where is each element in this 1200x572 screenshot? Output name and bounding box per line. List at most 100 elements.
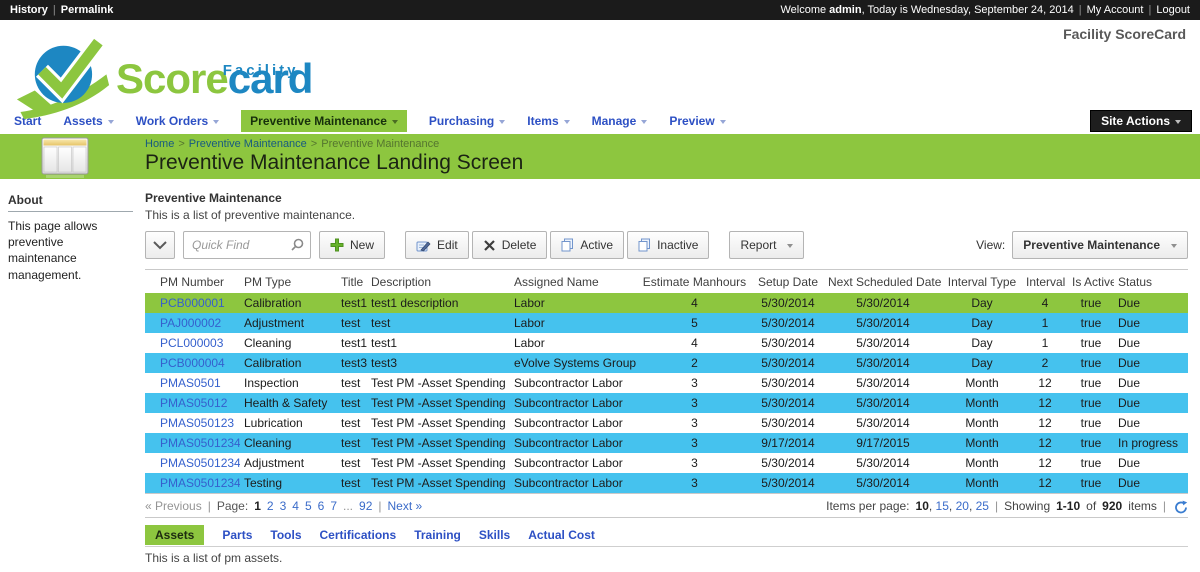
separator: |: [378, 499, 381, 513]
cell-status: Due: [1114, 373, 1188, 393]
pm-number-link[interactable]: PCL000003: [160, 336, 223, 350]
column-header-next[interactable]: Next Scheduled Date: [824, 270, 942, 294]
cell-description: Test PM -Asset Spending: [367, 413, 510, 433]
pm-number-link[interactable]: PCB000001: [160, 296, 225, 310]
column-header-pm_type[interactable]: PM Type: [240, 270, 337, 294]
cell-assigned: Subcontractor Labor: [510, 373, 637, 393]
tab-certifications[interactable]: Certifications: [320, 528, 397, 542]
report-button[interactable]: Report: [729, 231, 804, 259]
table-row[interactable]: PMAS05012345AdjustmenttestTest PM -Asset…: [145, 453, 1188, 473]
column-header-interval_type[interactable]: Interval Type: [942, 270, 1022, 294]
table-row[interactable]: PCB000004Calibrationtest3test3eVolve Sys…: [145, 353, 1188, 373]
pm-number-link[interactable]: PMAS05012345: [160, 456, 240, 470]
page-link-3[interactable]: 3: [280, 499, 287, 513]
column-header-interval[interactable]: Interval: [1022, 270, 1068, 294]
site-actions-button[interactable]: Site Actions: [1090, 110, 1192, 132]
column-header-is_active[interactable]: Is Active: [1068, 270, 1114, 294]
cell-assigned: eVolve Systems Group: [510, 353, 637, 373]
items-per-page-15[interactable]: 15: [936, 499, 949, 513]
nav-item-preview[interactable]: Preview: [669, 114, 725, 128]
column-header-description[interactable]: Description: [367, 270, 510, 294]
column-header-status[interactable]: Status: [1114, 270, 1188, 294]
nav-item-manage[interactable]: Manage: [592, 114, 648, 128]
page-link-4[interactable]: 4: [292, 499, 299, 513]
cell-pm_type: Lubrication: [240, 413, 337, 433]
permalink-link[interactable]: Permalink: [61, 4, 114, 16]
pm-number-link[interactable]: PAJ000002: [160, 316, 221, 330]
cell-assigned: Labor: [510, 333, 637, 353]
chevron-down-icon: [641, 120, 647, 124]
pm-number-link[interactable]: PMAS050123456: [160, 476, 240, 490]
cell-is_active: true: [1068, 413, 1114, 433]
tab-skills[interactable]: Skills: [479, 528, 510, 542]
search-icon[interactable]: [290, 238, 304, 252]
cell-manhours: 3: [637, 413, 752, 433]
separator: ,: [969, 499, 976, 513]
nav-item-preventive-maintenance[interactable]: Preventive Maintenance: [241, 110, 407, 132]
pm-table: PM NumberPM TypeTitleDescriptionAssigned…: [145, 269, 1188, 493]
table-row[interactable]: PMAS0501InspectiontestTest PM -Asset Spe…: [145, 373, 1188, 393]
table-row[interactable]: PMAS050123456TestingtestTest PM -Asset S…: [145, 473, 1188, 493]
table-row[interactable]: PAJ000002AdjustmenttesttestLabor55/30/20…: [145, 313, 1188, 333]
column-header-assigned[interactable]: Assigned Name: [510, 270, 637, 294]
table-row[interactable]: PMAS0501234CleaningtestTest PM -Asset Sp…: [145, 433, 1188, 453]
my-account-link[interactable]: My Account: [1087, 4, 1144, 16]
history-link[interactable]: History: [10, 4, 48, 16]
column-header-pm_number[interactable]: PM Number: [145, 270, 240, 294]
table-row[interactable]: PMAS05012Health & SafetytestTest PM -Ass…: [145, 393, 1188, 413]
toolbar-menu-button[interactable]: [145, 231, 175, 259]
next-page-link[interactable]: Next »: [388, 499, 423, 513]
column-header-manhours[interactable]: Estimate Manhours: [637, 270, 752, 294]
cell-pm_type: Calibration: [240, 293, 337, 313]
page-link-7[interactable]: 7: [330, 499, 337, 513]
pm-number-link[interactable]: PMAS0501: [160, 376, 221, 390]
pm-number-link[interactable]: PMAS050123: [160, 416, 234, 430]
tab-tools[interactable]: Tools: [270, 528, 301, 542]
page-link-2[interactable]: 2: [267, 499, 274, 513]
about-heading: About: [8, 193, 133, 212]
items-per-page-25[interactable]: 25: [976, 499, 989, 513]
tab-assets[interactable]: Assets: [145, 525, 204, 545]
new-button[interactable]: New: [319, 231, 385, 259]
nav-item-items[interactable]: Items: [527, 114, 569, 128]
delete-x-icon: [483, 239, 496, 252]
cell-is_active: true: [1068, 453, 1114, 473]
items-per-page-20[interactable]: 20: [956, 499, 969, 513]
nav-item-work-orders[interactable]: Work Orders: [136, 114, 219, 128]
plus-icon: [330, 238, 344, 252]
column-header-title[interactable]: Title: [337, 270, 367, 294]
page-link-last[interactable]: 92: [359, 499, 372, 513]
pm-number-link[interactable]: PMAS05012: [160, 396, 227, 410]
breadcrumb-home-link[interactable]: Home: [145, 138, 174, 150]
active-button[interactable]: Active: [550, 231, 624, 259]
welcome-date-text: , Today is Wednesday, September 24, 2014: [862, 4, 1074, 16]
table-row[interactable]: PCL000003Cleaningtest1test1Labor45/30/20…: [145, 333, 1188, 353]
cell-manhours: 3: [637, 453, 752, 473]
delete-button[interactable]: Delete: [472, 231, 548, 259]
tab-actual-cost[interactable]: Actual Cost: [528, 528, 595, 542]
tab-training[interactable]: Training: [414, 528, 461, 542]
page-link-6[interactable]: 6: [318, 499, 325, 513]
breadcrumb-parent-link[interactable]: Preventive Maintenance: [189, 138, 307, 150]
cell-interval_type: Month: [942, 393, 1022, 413]
page-link-5[interactable]: 5: [305, 499, 312, 513]
cell-manhours: 3: [637, 473, 752, 493]
view-dropdown[interactable]: Preventive Maintenance: [1012, 231, 1188, 259]
pm-number-link[interactable]: PCB000004: [160, 356, 225, 370]
tab-parts[interactable]: Parts: [222, 528, 252, 542]
table-row[interactable]: PMAS050123LubricationtestTest PM -Asset …: [145, 413, 1188, 433]
nav-item-purchasing[interactable]: Purchasing: [429, 114, 505, 128]
table-row[interactable]: PCB000001Calibrationtest1test1 descripti…: [145, 293, 1188, 313]
logout-link[interactable]: Logout: [1156, 4, 1190, 16]
separator: |: [1163, 499, 1166, 513]
cell-assigned: Subcontractor Labor: [510, 473, 637, 493]
cell-status: Due: [1114, 473, 1188, 493]
edit-button[interactable]: Edit: [405, 231, 469, 259]
refresh-icon[interactable]: [1174, 500, 1188, 514]
pm-number-link[interactable]: PMAS0501234: [160, 436, 240, 450]
cell-is_active: true: [1068, 313, 1114, 333]
site-title: Facility ScoreCard: [1063, 26, 1186, 42]
inactive-button[interactable]: Inactive: [627, 231, 709, 259]
column-header-setup[interactable]: Setup Date: [752, 270, 824, 294]
pm-toolbar: New Edit Delete Active: [145, 231, 1188, 259]
